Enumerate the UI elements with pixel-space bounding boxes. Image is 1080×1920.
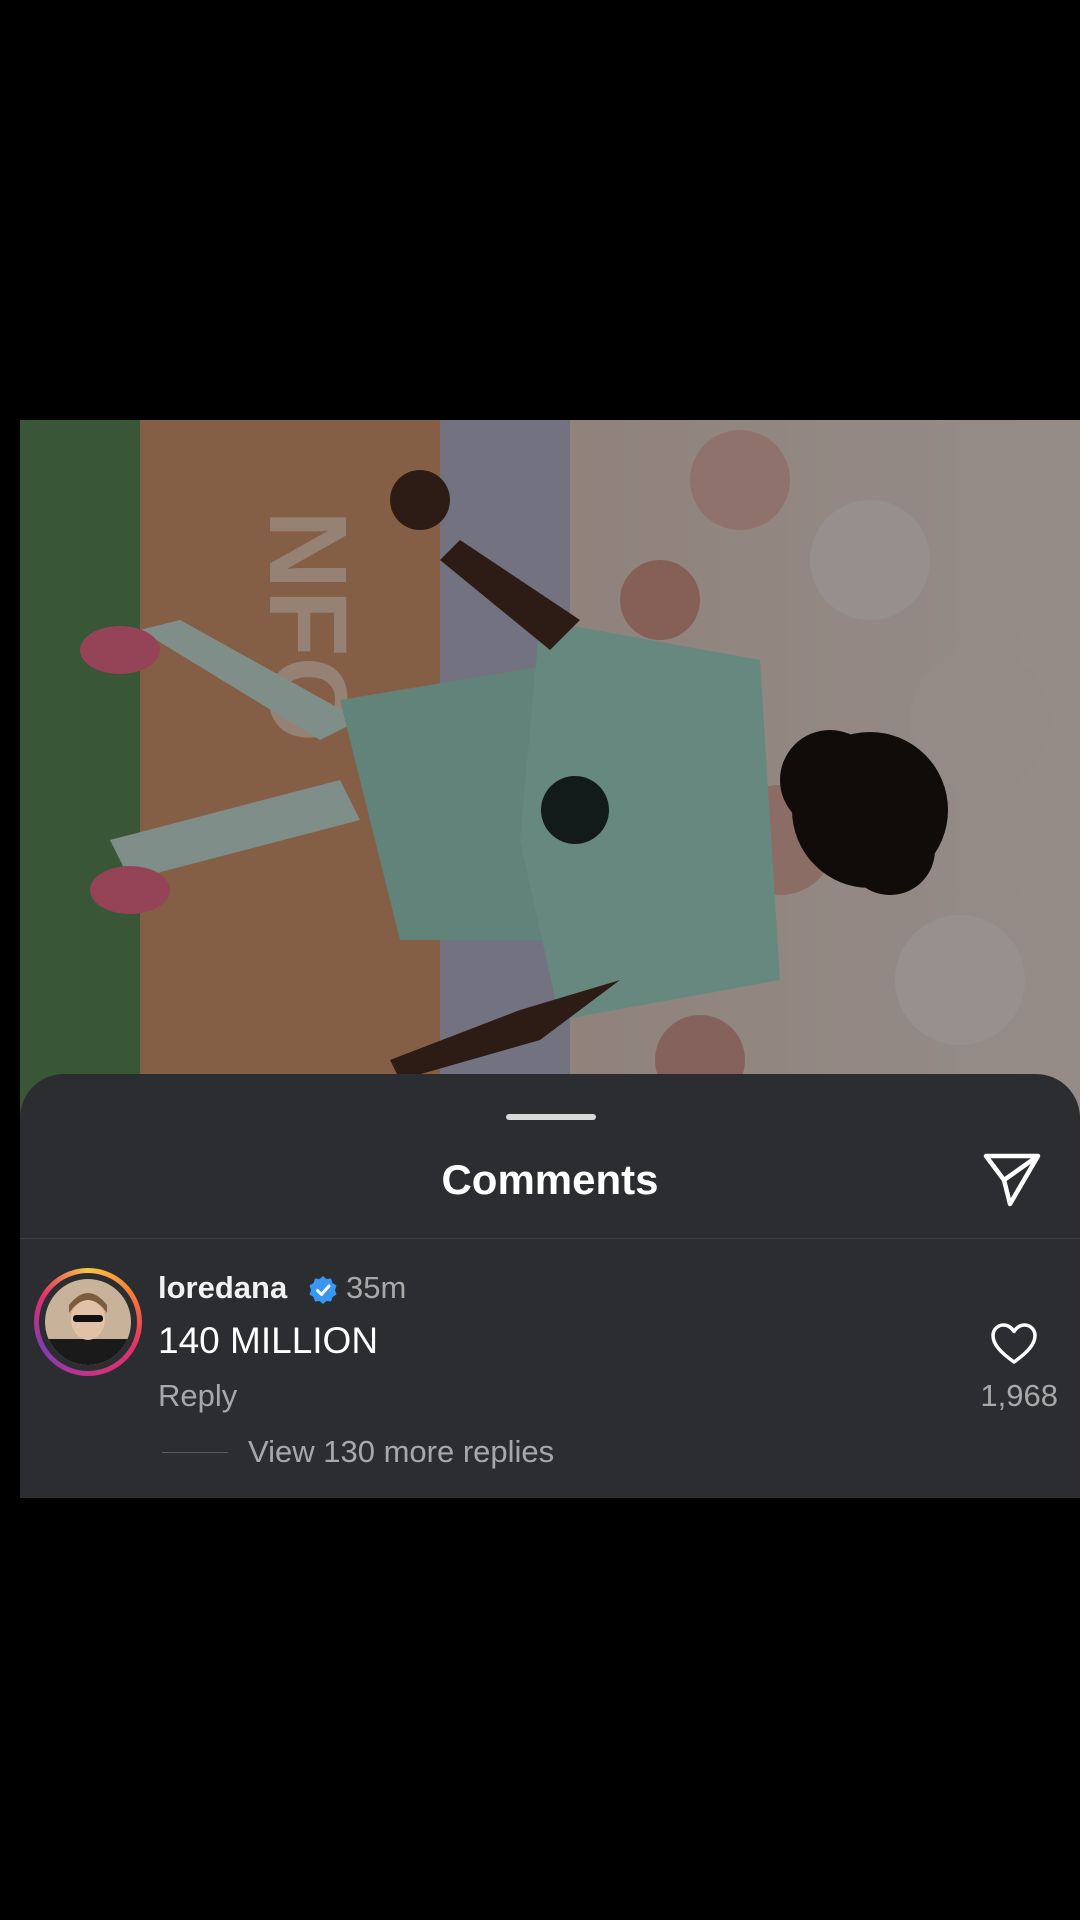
reply-button[interactable]: Reply (158, 1378, 237, 1414)
paper-plane-icon[interactable] (980, 1146, 1044, 1210)
comments-sheet: Comments loredana 35m 140 MILLION Reply … (20, 1074, 1080, 1498)
replies-line (162, 1452, 228, 1453)
sheet-title: Comments (441, 1156, 659, 1203)
story-frame: NFO Comments loredana 35m 140 MILLION Re… (20, 420, 1080, 1498)
verified-badge-icon (308, 1275, 338, 1305)
heart-outline-icon[interactable] (990, 1322, 1038, 1366)
comment-username[interactable]: loredana (158, 1270, 287, 1306)
like-count: 1,968 (980, 1378, 1058, 1413)
view-replies-button[interactable]: View 130 more replies (248, 1434, 554, 1470)
screen: NFO Comments loredana 35m 140 MILLION Re… (0, 0, 1080, 1920)
drag-handle[interactable] (506, 1114, 596, 1120)
header-divider (20, 1238, 1080, 1239)
comment-text: 140 MILLION (158, 1320, 379, 1361)
comment-timestamp: 35m (346, 1270, 407, 1305)
avatar[interactable] (34, 1268, 142, 1376)
avatar-photo (45, 1279, 131, 1365)
